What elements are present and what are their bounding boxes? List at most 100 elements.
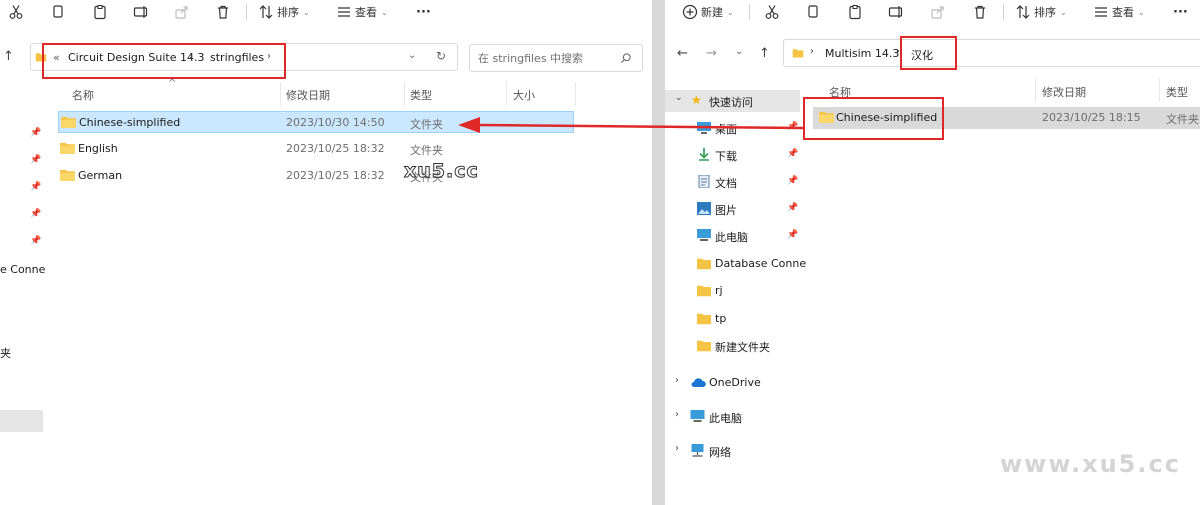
more-button[interactable]: ···: [1173, 2, 1188, 22]
pin-icon: 📌: [30, 236, 42, 246]
nav-item-desktop[interactable]: 桌面 📌: [665, 117, 800, 139]
column-header-size[interactable]: 大小: [513, 87, 535, 105]
column-divider[interactable]: [1035, 78, 1036, 102]
nav-label: 网络: [709, 446, 731, 459]
nav-this-pc[interactable]: › 此电脑: [665, 406, 800, 428]
breadcrumb-chevron-icon[interactable]: ›: [810, 46, 814, 57]
column-header-date[interactable]: 修改日期: [286, 87, 330, 105]
column-header-name[interactable]: 名称: [72, 87, 94, 105]
nav-item-selected[interactable]: [0, 410, 43, 432]
search-placeholder: 在 stringfiles 中搜索: [478, 52, 584, 65]
cut-button[interactable]: [8, 2, 24, 22]
copy-button[interactable]: [50, 2, 66, 22]
nav-label: 桌面: [715, 123, 737, 136]
nav-item-pictures[interactable]: 图片 📌: [665, 198, 800, 220]
file-row[interactable]: English 2023/10/25 18:32 文件夹: [58, 138, 574, 160]
nav-label: 新建文件夹: [715, 341, 770, 354]
delete-button[interactable]: [972, 2, 988, 22]
new-menu[interactable]: 新建 ⌄: [682, 2, 734, 22]
file-date: 2023/10/30 14:50: [286, 116, 385, 129]
nav-item-documents[interactable]: 文档 📌: [665, 171, 800, 193]
nav-label: Database Conne: [715, 257, 807, 270]
watermark-text: xu5.cc: [404, 160, 479, 183]
view-menu[interactable]: 查看 ⌄: [336, 2, 388, 22]
column-header-type[interactable]: 类型: [410, 87, 432, 105]
up-arrow-icon[interactable]: ↑: [3, 49, 14, 64]
view-menu[interactable]: 查看 ⌄: [1093, 2, 1145, 22]
chevron-down-icon[interactable]: ⌄: [675, 93, 683, 103]
chevron-right-icon[interactable]: ›: [675, 409, 679, 420]
rename-icon: [888, 6, 903, 18]
chevron-right-icon[interactable]: ›: [675, 443, 679, 454]
nav-item-rj[interactable]: rj: [665, 280, 800, 302]
refresh-icon[interactable]: ↻: [436, 49, 446, 63]
more-button[interactable]: ···: [416, 2, 431, 22]
folder-icon: [697, 285, 711, 297]
column-divider[interactable]: [575, 82, 576, 106]
column-divider[interactable]: [506, 82, 507, 106]
back-arrow-icon[interactable]: ←: [677, 46, 688, 61]
picture-icon: [697, 202, 711, 215]
cloud-icon: [691, 378, 706, 387]
column-divider[interactable]: [280, 82, 281, 106]
nav-item-tp[interactable]: tp: [665, 308, 800, 330]
column-header-date[interactable]: 修改日期: [1042, 84, 1086, 102]
up-arrow-icon[interactable]: ↑: [759, 46, 770, 61]
nav-quick-access[interactable]: ⌄ ★ 快速访问: [665, 90, 800, 112]
sort-menu[interactable]: 排序 ⌄: [1015, 2, 1067, 22]
paste-button[interactable]: [847, 2, 863, 22]
rename-button[interactable]: [888, 2, 904, 22]
right-address-bar[interactable]: › Multisim 14.3 › 汉化: [783, 39, 1200, 67]
nav-label: tp: [715, 312, 727, 325]
rename-button[interactable]: [133, 2, 149, 22]
chevron-right-icon[interactable]: ›: [675, 375, 679, 386]
column-header-type[interactable]: 类型: [1166, 84, 1188, 102]
sort-icon: [1016, 5, 1030, 19]
clipboard-icon: [849, 5, 861, 20]
copy-button[interactable]: [805, 2, 821, 22]
highlight-box: [900, 36, 957, 70]
share-icon: [931, 6, 944, 19]
column-divider[interactable]: [404, 82, 405, 106]
cut-button[interactable]: [764, 2, 780, 22]
nav-item-database-connection[interactable]: Database Conne: [665, 253, 806, 275]
copy-icon: [53, 5, 63, 18]
column-divider[interactable]: [1159, 78, 1160, 102]
nav-item-this-pc[interactable]: 此电脑 📌: [665, 225, 800, 247]
file-row-selected[interactable]: Chinese-simplified 2023/10/30 14:50 文件夹: [58, 111, 574, 133]
toolbar-separator: [246, 4, 247, 20]
history-dropdown-icon[interactable]: ⌄: [408, 50, 416, 61]
sort-icon: [259, 5, 273, 19]
folder-icon: [792, 49, 804, 58]
scissors-icon: [9, 5, 23, 19]
toolbar-separator: [749, 4, 750, 20]
file-row[interactable]: German 2023/10/25 18:32 文件夹: [58, 165, 574, 187]
paste-button[interactable]: [92, 2, 108, 22]
nav-network[interactable]: › 网络: [665, 440, 800, 462]
nav-item-new-folder[interactable]: 新建文件夹: [665, 335, 800, 357]
delete-button[interactable]: [215, 2, 231, 22]
rename-icon: [133, 6, 148, 18]
desktop-icon: [697, 122, 711, 134]
pin-icon: 📌: [787, 203, 799, 213]
nav-item-database-connection[interactable]: e Conne: [0, 263, 45, 276]
watermark-url: www.xu5.cc: [1000, 450, 1181, 478]
nav-onedrive[interactable]: › OneDrive: [665, 372, 800, 394]
nav-item-downloads[interactable]: 下载 📌: [665, 144, 800, 166]
share-button[interactable]: [174, 2, 190, 22]
left-toolbar: 排序 ⌄ 查看 ⌄ ···: [0, 0, 652, 26]
pin-icon: 📌: [30, 128, 42, 138]
pin-icon: 📌: [30, 182, 42, 192]
pin-icon: 📌: [787, 149, 799, 159]
more-label: ···: [416, 4, 431, 20]
recent-dropdown-icon[interactable]: ⌄: [735, 46, 743, 57]
share-button[interactable]: [930, 2, 946, 22]
file-date: 2023/10/25 18:32: [286, 169, 385, 182]
sort-menu[interactable]: 排序 ⌄: [258, 2, 310, 22]
forward-arrow-icon[interactable]: →: [706, 46, 717, 61]
nav-label: 此电脑: [709, 412, 742, 425]
nav-item-new-folder[interactable]: 夹: [0, 345, 11, 361]
breadcrumb-segment[interactable]: Multisim 14.3: [825, 47, 899, 60]
search-input[interactable]: 在 stringfiles 中搜索: [469, 44, 643, 72]
file-type: 文件夹: [410, 118, 443, 131]
